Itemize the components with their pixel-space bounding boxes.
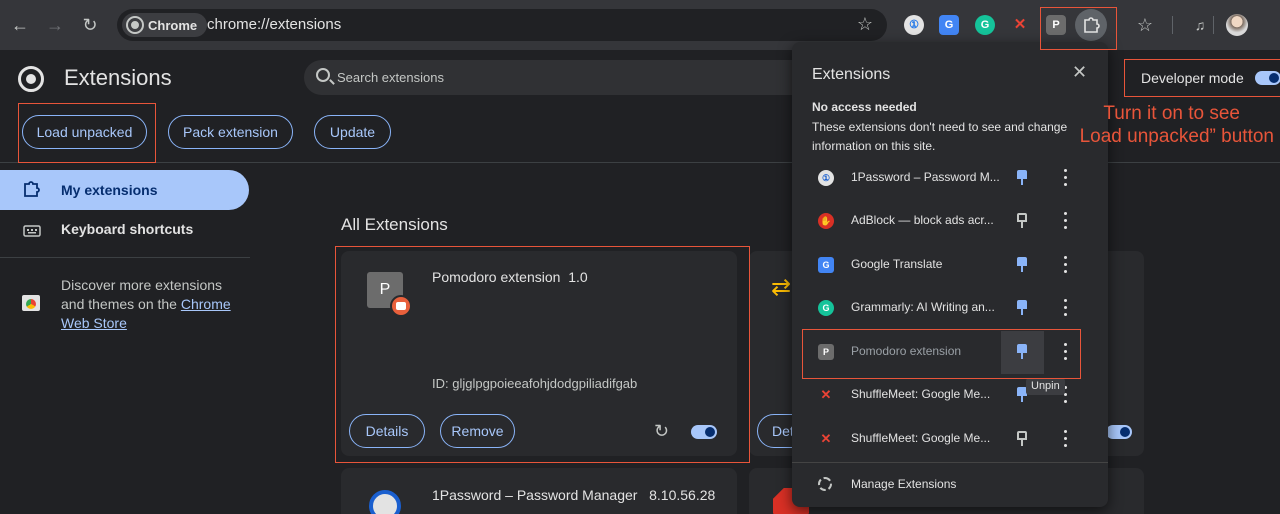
more-options-icon[interactable] [1064,430,1068,448]
adblock-icon: ✋ [818,213,834,229]
popup-divider [792,462,1108,463]
grammarly-icon: G [818,300,834,316]
annotation-note-line1: Turn it on to see [1103,103,1240,124]
1password-icon [369,490,401,514]
google-translate-toolbar-icon[interactable]: G [939,15,959,35]
extension-name: 1Password – Password Manager 8.10.56.28 [432,487,715,503]
search-icon [316,68,330,82]
shufflemeet-icon: ✕ [820,387,832,402]
extension-version: 8.10.56.28 [649,487,716,503]
popup-item-label: AdBlock — block ads acr... [851,213,994,227]
page-title: Extensions [64,65,172,90]
sidebar-divider [0,257,250,258]
popup-item-label: 1Password – Password M... [851,170,1000,184]
unpin-tooltip: Unpin [1026,378,1065,395]
search-input[interactable] [337,60,797,95]
more-options-icon[interactable] [1064,256,1068,274]
more-options-icon[interactable] [1064,169,1068,187]
annotation-box-devmode [1124,59,1280,97]
chrome-icon [128,18,142,32]
popup-item-label: ShuffleMeet: Google Me... [851,431,991,445]
sidebar-item-my-extensions[interactable]: My extensions [0,170,249,210]
gear-icon [818,477,832,491]
pin-icon[interactable] [1016,257,1028,273]
close-icon[interactable]: ✕ [1072,62,1087,83]
popup-item-shufflemeet-2[interactable]: ✕ ShuffleMeet: Google Me... [792,418,1108,461]
more-options-icon[interactable] [1064,212,1068,230]
1password-icon: ① [818,170,834,186]
web-store-icon [22,295,40,311]
pin-outline-icon[interactable] [1016,431,1028,447]
popup-subtitle: No access needed [812,100,917,114]
update-button[interactable]: Update [314,115,391,149]
chrome-logo-icon [18,66,44,92]
popup-item-label: Grammarly: AI Writing an... [851,300,995,314]
google-translate-icon: G [818,257,834,273]
sidebar-item-label: Keyboard shortcuts [61,221,194,237]
annotation-box-card [335,246,750,463]
discover-text: Discover more extensions and themes on t… [61,276,246,333]
manage-extensions-link[interactable]: Manage Extensions [851,477,956,491]
toolbar-divider [1172,16,1173,34]
shufflemeet-icon: ✕ [820,431,832,446]
annotation-box-toolbar [1040,7,1117,50]
sidebar-item-keyboard-shortcuts[interactable]: Keyboard shortcuts [0,209,249,249]
popup-item-adblock[interactable]: ✋ AdBlock — block ads acr... [792,200,1108,243]
grammarly-toolbar-icon[interactable]: G [975,15,995,35]
popup-item-1password[interactable]: ① 1Password – Password M... [792,157,1108,200]
media-playlist-icon[interactable]: ♫ [1188,13,1212,37]
bookmarks-star-icon[interactable]: ☆ [1133,13,1157,37]
shufflemeet-toolbar-icon[interactable]: ✕ [1010,15,1030,35]
omnibox[interactable]: Chrome chrome://extensions ☆ [117,9,887,41]
back-button[interactable]: ← [8,13,32,37]
popup-item-grammarly[interactable]: G Grammarly: AI Writing an... [792,287,1108,330]
annotation-note-line2: Load unpacked” button [1079,126,1274,147]
extension-card-1password: 1Password – Password Manager 8.10.56.28 [341,468,737,514]
extension-name-text: 1Password – Password Manager [432,487,638,503]
annotation-box-load-unpacked [18,103,156,163]
annotation-box-pin [802,329,1081,379]
toolbar-divider [1213,16,1214,34]
popup-item-label: Google Translate [851,257,943,271]
pin-icon[interactable] [1016,300,1028,316]
search-bar[interactable] [304,60,814,95]
site-chip[interactable]: Chrome [122,13,208,37]
pin-icon[interactable] [1016,170,1028,186]
popup-description: These extensions don't need to see and c… [812,120,1068,153]
forward-button[interactable]: → [43,13,67,37]
site-chip-label: Chrome [148,17,198,33]
enable-toggle-partial[interactable] [1106,425,1132,439]
1password-toolbar-icon[interactable]: ① [904,15,924,35]
profile-avatar[interactable] [1226,14,1248,36]
section-title: All Extensions [341,215,448,234]
popup-item-label: ShuffleMeet: Google Me... [851,387,991,401]
pack-extension-button[interactable]: Pack extension [168,115,293,149]
pin-outline-icon[interactable] [1016,213,1028,229]
bookmark-star-icon[interactable]: ☆ [857,14,873,35]
popup-item-google-translate[interactable]: G Google Translate [792,244,1108,287]
popup-title: Extensions [812,66,891,83]
more-options-icon[interactable] [1064,299,1068,317]
sidebar-item-label: My extensions [61,182,158,198]
reload-button[interactable]: ↻ [78,13,102,37]
url-text[interactable]: chrome://extensions [207,16,341,33]
sync-icon: ⇄ [771,274,792,301]
keyboard-icon [23,225,41,237]
puzzle-icon [24,181,40,197]
